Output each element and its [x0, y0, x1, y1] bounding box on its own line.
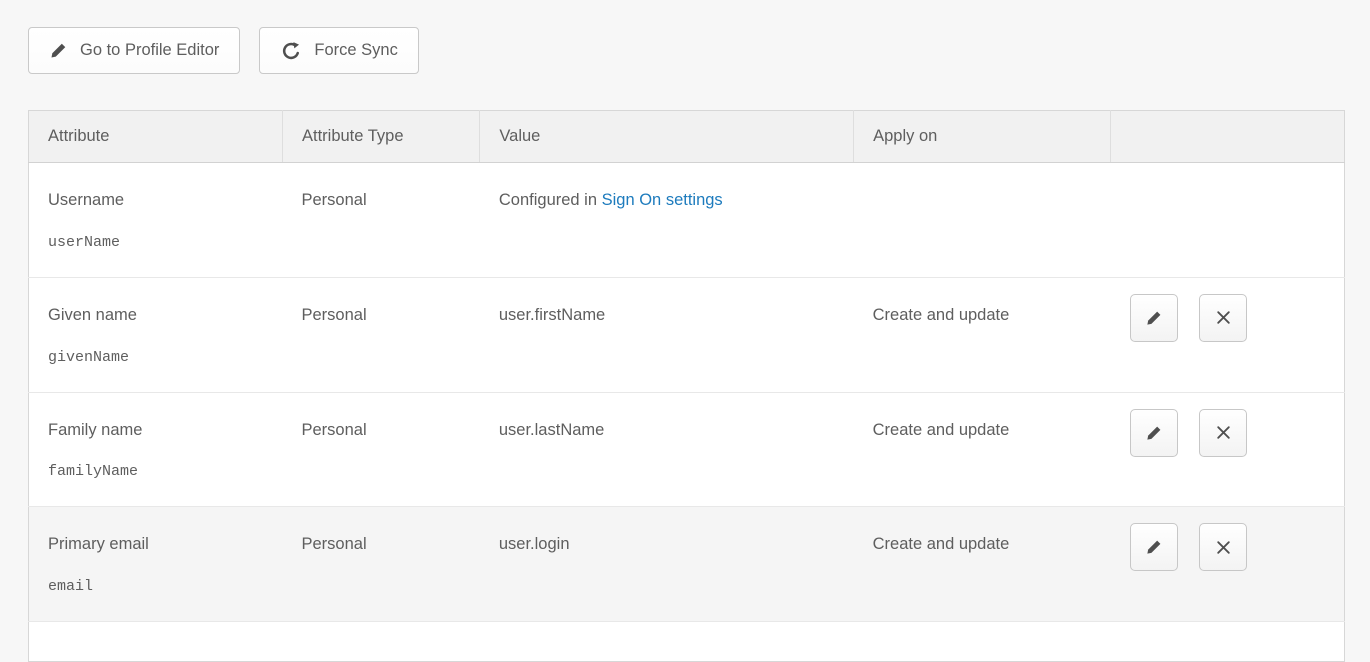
force-sync-label: Force Sync — [314, 41, 397, 60]
table-row: Primary email email Personal user.login … — [29, 507, 1345, 622]
attribute-type-cell: Personal — [282, 163, 479, 278]
column-header-attribute: Attribute — [29, 111, 283, 163]
edit-attribute-button[interactable] — [1130, 409, 1178, 457]
attribute-type-value: Personal — [301, 535, 366, 553]
value-expression: user.firstName — [499, 306, 605, 324]
pencil-icon — [1145, 424, 1163, 442]
table-body: Username userName Personal Configured in… — [29, 163, 1345, 662]
attribute-type-cell: Personal — [282, 507, 479, 622]
refresh-icon — [280, 40, 302, 62]
edit-attribute-button[interactable] — [1130, 294, 1178, 342]
column-header-value: Value — [480, 111, 854, 163]
attribute-display-name: Given name — [48, 306, 274, 326]
attribute-type-value: Personal — [301, 191, 366, 209]
table-row: Username userName Personal Configured in… — [29, 163, 1345, 278]
attribute-display-name: Primary email — [48, 535, 274, 555]
column-header-actions — [1110, 111, 1344, 163]
actions-cell — [1110, 507, 1344, 622]
pencil-icon — [1145, 309, 1163, 327]
attribute-type-value: Personal — [301, 421, 366, 439]
table-row: Given name givenName Personal user.first… — [29, 277, 1345, 392]
apply-on-cell: Create and update — [854, 392, 1111, 507]
apply-on-cell: Create and update — [854, 507, 1111, 622]
delete-attribute-button[interactable] — [1199, 294, 1247, 342]
column-header-attribute-type: Attribute Type — [282, 111, 479, 163]
value-prefix-text: Configured in — [499, 191, 602, 209]
value-cell: user.firstName — [480, 277, 854, 392]
pencil-icon — [49, 41, 68, 60]
sign-on-settings-link[interactable]: Sign On settings — [602, 191, 723, 209]
attribute-variable-name: userName — [48, 234, 274, 252]
table-row: Family name familyName Personal user.las… — [29, 392, 1345, 507]
actions-cell — [1110, 163, 1344, 278]
attribute-type-cell: Personal — [282, 277, 479, 392]
go-to-profile-editor-button[interactable]: Go to Profile Editor — [28, 27, 240, 74]
apply-on-cell — [854, 163, 1111, 278]
attribute-cell: Family name familyName — [29, 392, 283, 507]
value-cell: user.login — [480, 507, 854, 622]
attribute-mappings-table: Attribute Attribute Type Value Apply on … — [28, 110, 1345, 662]
apply-on-value: Create and update — [873, 535, 1010, 553]
apply-on-cell: Create and update — [854, 277, 1111, 392]
value-cell: user.lastName — [480, 392, 854, 507]
x-icon — [1215, 539, 1232, 556]
delete-attribute-button[interactable] — [1199, 409, 1247, 457]
go-to-profile-editor-label: Go to Profile Editor — [80, 41, 219, 60]
apply-on-value: Create and update — [873, 306, 1010, 324]
value-cell: Configured in Sign On settings — [480, 163, 854, 278]
value-expression: user.login — [499, 535, 570, 553]
attribute-variable-name: familyName — [48, 463, 274, 481]
attribute-cell: Primary email email — [29, 507, 283, 622]
table-header: Attribute Attribute Type Value Apply on — [29, 111, 1345, 163]
pencil-icon — [1145, 538, 1163, 556]
apply-on-value: Create and update — [873, 421, 1010, 439]
value-expression: user.lastName — [499, 421, 604, 439]
x-icon — [1215, 424, 1232, 441]
attribute-type-value: Personal — [301, 306, 366, 324]
attribute-cell: Username userName — [29, 163, 283, 278]
attribute-display-name: Family name — [48, 421, 274, 441]
toolbar: Go to Profile Editor Force Sync — [28, 27, 1345, 74]
attribute-mappings-page: Go to Profile Editor Force Sync Attribut… — [0, 0, 1370, 662]
partial-row — [29, 622, 1345, 662]
actions-cell — [1110, 277, 1344, 392]
delete-attribute-button[interactable] — [1199, 523, 1247, 571]
attribute-cell: Given name givenName — [29, 277, 283, 392]
x-icon — [1215, 309, 1232, 326]
attribute-type-cell: Personal — [282, 392, 479, 507]
edit-attribute-button[interactable] — [1130, 523, 1178, 571]
force-sync-button[interactable]: Force Sync — [259, 27, 418, 74]
attribute-variable-name: givenName — [48, 349, 274, 367]
attribute-variable-name: email — [48, 578, 274, 596]
attribute-display-name: Username — [48, 191, 274, 211]
actions-cell — [1110, 392, 1344, 507]
column-header-apply-on: Apply on — [854, 111, 1111, 163]
